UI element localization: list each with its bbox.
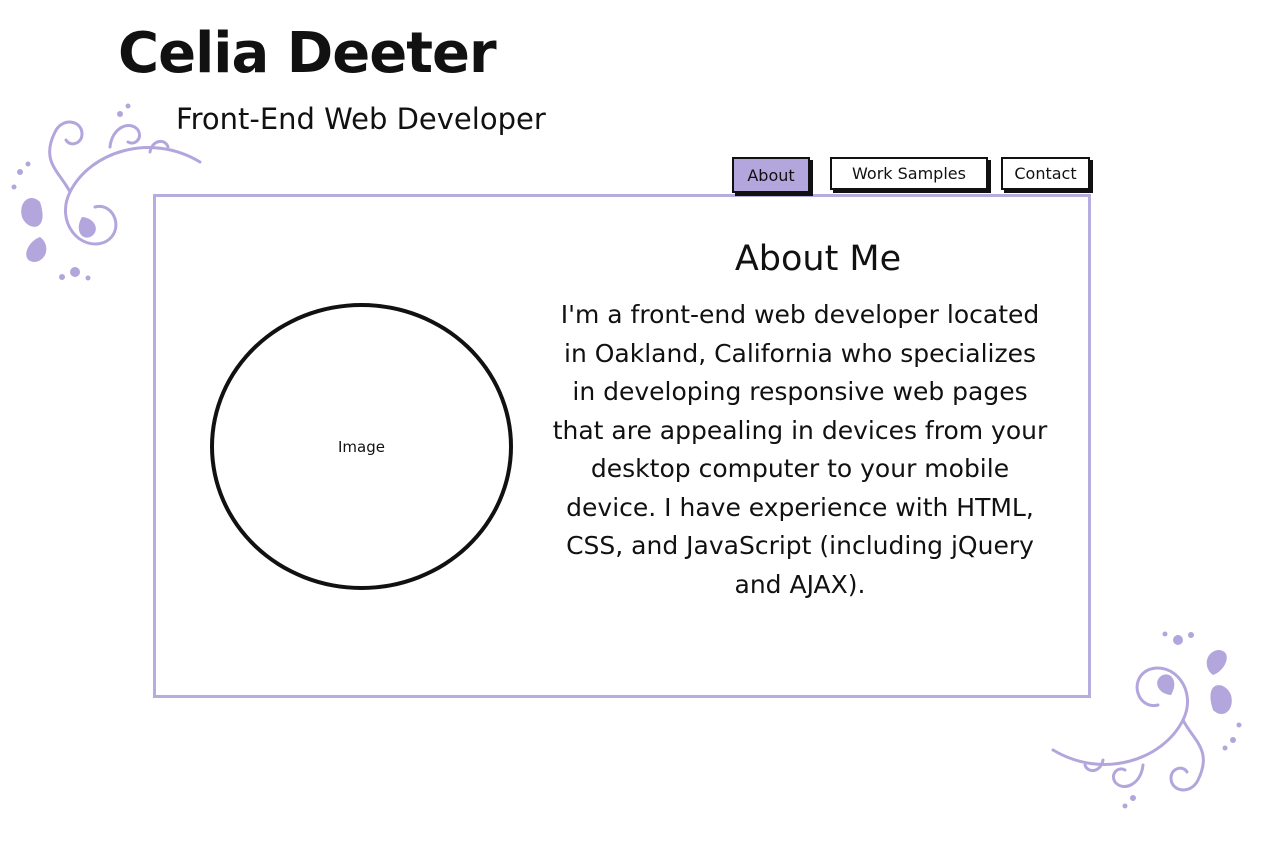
- nav-about-button[interactable]: About: [732, 157, 810, 193]
- nav-work-samples-button[interactable]: Work Samples: [830, 157, 988, 190]
- site-name: Celia Deeter: [118, 21, 497, 86]
- about-description: I'm a front-end web developer located in…: [552, 300, 1048, 599]
- nav-contact-button[interactable]: Contact: [1001, 157, 1090, 190]
- profile-image-placeholder: Image: [210, 303, 513, 590]
- about-heading: About Me: [734, 239, 902, 279]
- site-tagline: Front-End Web Developer: [176, 102, 546, 136]
- profile-image-label: Image: [338, 437, 385, 456]
